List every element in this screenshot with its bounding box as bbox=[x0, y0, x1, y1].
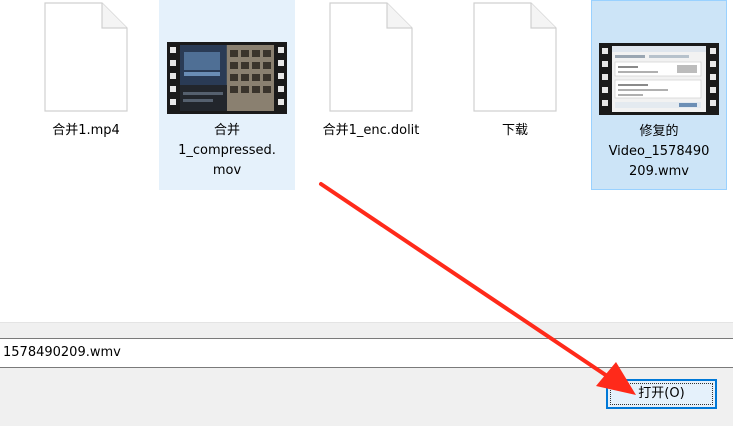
file-item-download[interactable]: 下载 bbox=[447, 0, 583, 190]
file-item-dolit[interactable]: 合并1_enc.dolit bbox=[303, 0, 439, 190]
focus-rectangle bbox=[610, 383, 713, 405]
file-name: 合并 1_compressed. mov bbox=[178, 123, 276, 178]
file-name: 下载 bbox=[501, 123, 528, 138]
open-button[interactable]: 打开(O) bbox=[606, 379, 717, 409]
document-icon bbox=[44, 2, 128, 112]
document-icon bbox=[329, 2, 413, 112]
file-item-compressed-mov[interactable]: 合并 1_compressed. mov bbox=[159, 0, 295, 190]
file-name: 合并1.mp4 bbox=[52, 123, 120, 138]
file-open-dialog: 合并1.mp4 合并 1_compressed. mov 合并1_enc.dol… bbox=[0, 0, 733, 426]
file-item-repaired-wmv[interactable]: 修复的 Video_1578490 209.wmv bbox=[591, 0, 727, 190]
video-thumbnail-icon bbox=[167, 42, 287, 114]
file-name: 合并1_enc.dolit bbox=[322, 123, 420, 138]
file-item-mp4[interactable]: 合并1.mp4 bbox=[18, 0, 154, 190]
file-name: 修复的 Video_1578490 209.wmv bbox=[608, 124, 710, 179]
document-icon bbox=[473, 2, 557, 112]
filename-input[interactable]: 1578490209.wmv bbox=[0, 338, 733, 368]
video-thumbnail-icon bbox=[599, 43, 719, 115]
